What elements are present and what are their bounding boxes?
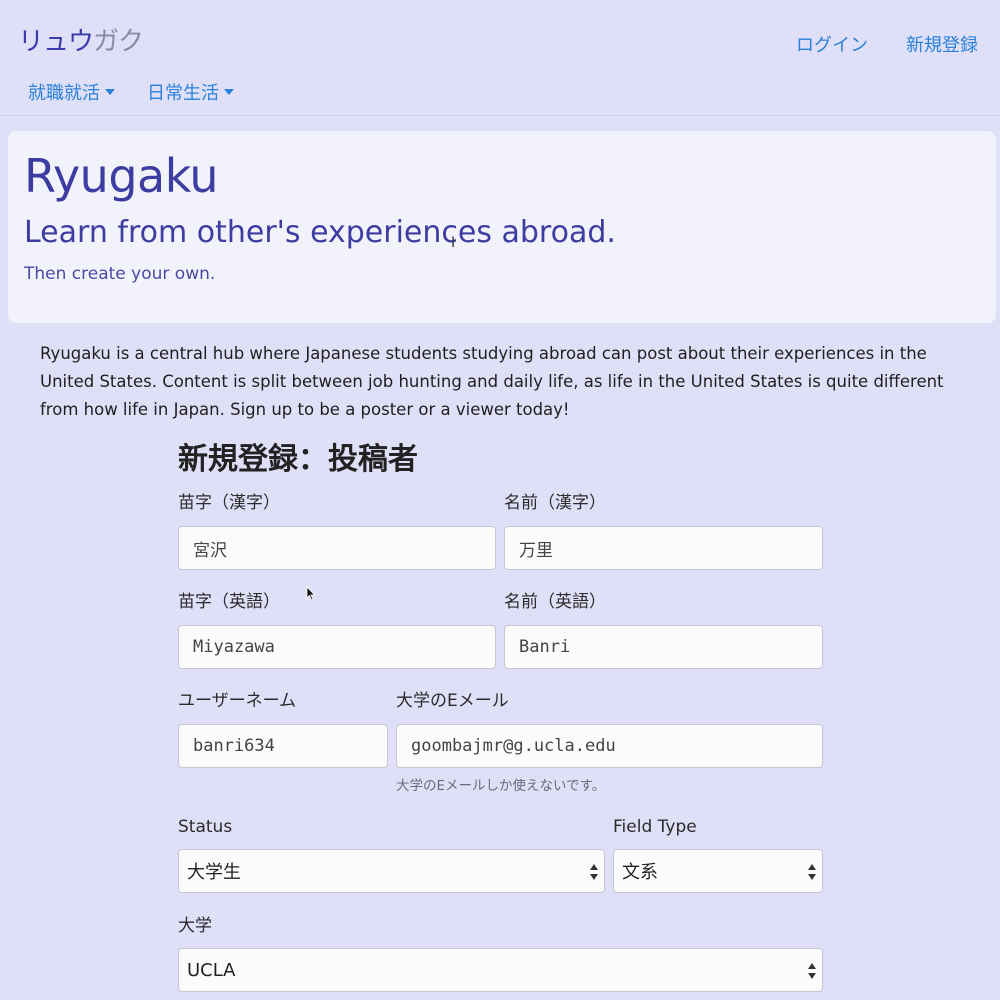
menu-job-hunting-label: 就職就活 — [28, 83, 100, 104]
up-down-arrows-icon — [590, 864, 598, 880]
menu-daily-life-dropdown[interactable]: 日常生活 — [147, 79, 234, 105]
university-select[interactable]: UCLA — [178, 948, 823, 992]
field-type-selected-value: 文系 — [622, 862, 658, 883]
email-input[interactable] — [396, 724, 823, 768]
last-name-english-label: 苗字（英語） — [178, 592, 280, 612]
status-select[interactable]: 大学生 — [178, 849, 605, 893]
nav-auth-links: ログイン 新規登録 — [796, 31, 978, 57]
first-name-english-label: 名前（英語） — [504, 592, 606, 612]
login-link[interactable]: ログイン — [796, 31, 868, 57]
university-label: 大学 — [178, 916, 212, 936]
status-selected-value: 大学生 — [187, 862, 241, 883]
jumbotron-lead: Learn from other's experiences abroad. — [24, 215, 616, 250]
brand-logo[interactable]: リュウガク — [18, 26, 144, 58]
menu-daily-life-label: 日常生活 — [147, 83, 219, 104]
status-label: Status — [178, 817, 233, 837]
field-type-label: Field Type — [613, 817, 697, 837]
form-heading: 新規登録：投稿者 — [178, 442, 418, 477]
caret-down-icon — [224, 89, 234, 95]
menu-job-hunting-dropdown[interactable]: 就職就活 — [28, 79, 115, 105]
mouse-pointer-icon — [306, 586, 316, 601]
first-name-english-input[interactable] — [504, 625, 823, 669]
brand-part2: ガク — [93, 27, 144, 57]
text-cursor-icon: I — [451, 235, 456, 251]
caret-down-icon — [105, 89, 115, 95]
brand-part1: リュウ — [18, 27, 94, 57]
username-input[interactable] — [178, 724, 388, 768]
first-name-kanji-input[interactable] — [504, 526, 823, 570]
username-label: ユーザーネーム — [178, 691, 297, 711]
intro-paragraph: Ryugaku is a central hub where Japanese … — [40, 344, 944, 419]
navbar: リュウガク ログイン 新規登録 就職就活 日常生活 — [0, 0, 1000, 116]
university-selected-value: UCLA — [187, 959, 236, 981]
last-name-english-input[interactable] — [178, 625, 496, 669]
nav-menu: 就職就活 日常生活 — [28, 79, 234, 105]
first-name-kanji-label: 名前（漢字） — [504, 493, 606, 513]
jumbotron-subtext: Then create your own. — [24, 264, 216, 284]
email-help-text: 大学のEメールしか使えないです。 — [396, 778, 606, 794]
last-name-kanji-input[interactable] — [178, 526, 496, 570]
last-name-kanji-label: 苗字（漢字） — [178, 493, 280, 513]
field-type-select[interactable]: 文系 — [613, 849, 823, 893]
email-label: 大学のEメール — [396, 691, 509, 711]
signup-link[interactable]: 新規登録 — [906, 31, 978, 57]
jumbotron: Ryugaku Learn from other's experiences a… — [8, 131, 996, 323]
up-down-arrows-icon — [808, 864, 816, 880]
up-down-arrows-icon — [808, 963, 816, 979]
jumbotron-title: Ryugaku — [24, 149, 219, 203]
